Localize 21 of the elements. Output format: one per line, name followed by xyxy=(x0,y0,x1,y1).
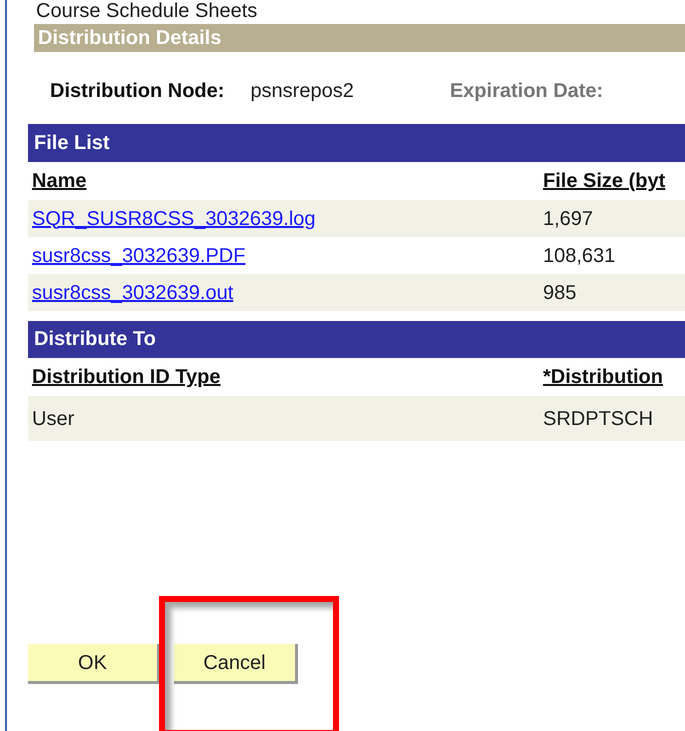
field-label: Expiration Date: xyxy=(450,79,604,104)
table-cell-text: 108,631 xyxy=(543,244,616,268)
column-header: *Distribution xyxy=(543,365,663,390)
table-cell-text: 1,697 xyxy=(543,206,594,232)
page-title: Course Schedule Sheets xyxy=(36,0,258,23)
file-link[interactable]: SQR_SUSR8CSS_3032639.log xyxy=(32,204,543,234)
dialog-button[interactable]: OK xyxy=(28,644,160,684)
column-header: Distribution ID Type xyxy=(32,365,222,390)
section-header: Distribution Details xyxy=(34,24,685,52)
table-cell-text: SRDPTSCH xyxy=(543,406,654,432)
table-cell-text: User xyxy=(32,406,76,432)
field-value: psnsrepos2 xyxy=(250,79,354,104)
file-link[interactable]: susr8css_3032639.PDF xyxy=(32,240,543,270)
table-cell-text: 985 xyxy=(543,280,576,306)
section-header: File List xyxy=(28,124,685,162)
field-label: Distribution Node: xyxy=(50,79,224,104)
file-link[interactable]: susr8css_3032639.out xyxy=(32,278,543,308)
dialog-button[interactable]: Cancel xyxy=(174,644,298,684)
column-header: Name xyxy=(32,169,88,194)
column-header: File Size (byt xyxy=(543,169,666,194)
section-header: Distribute To xyxy=(28,321,685,358)
